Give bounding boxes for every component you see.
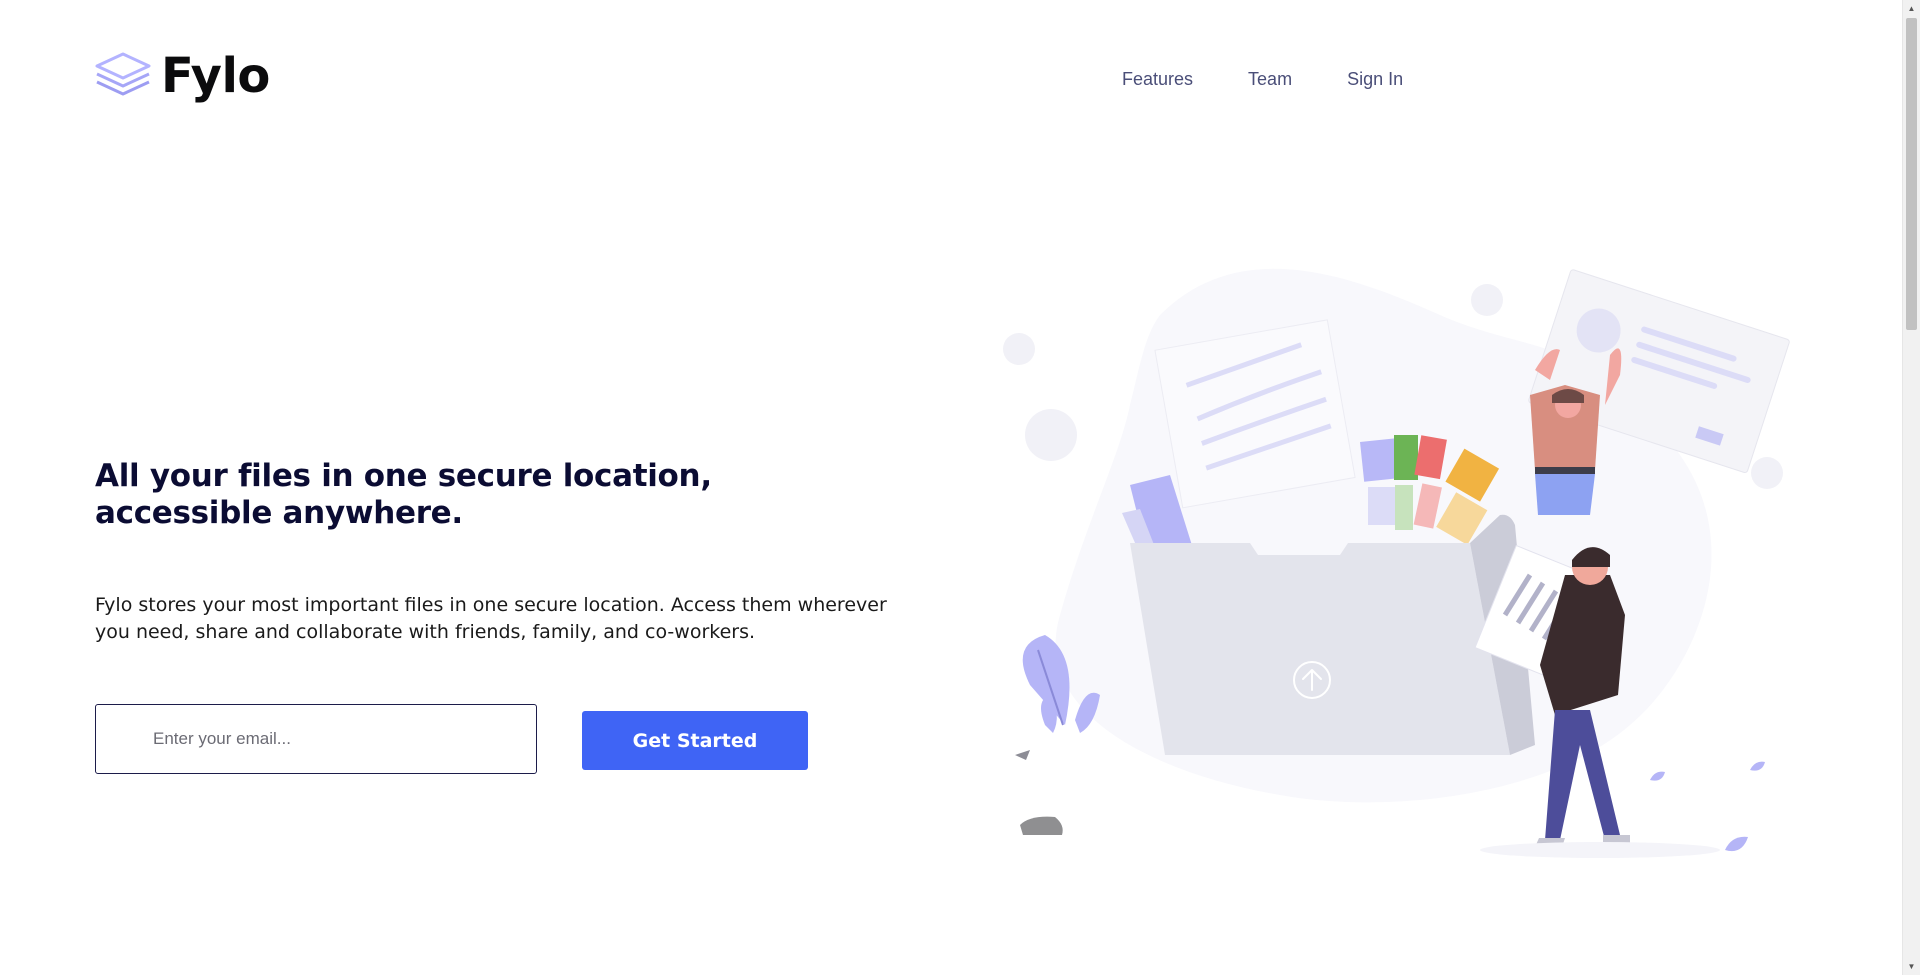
decor-circle [1003,333,1035,365]
vertical-scrollbar[interactable]: ▲ ▼ [1902,0,1920,975]
hero-illustration [1003,268,1790,858]
nav-link-features[interactable]: Features [1122,69,1193,90]
scroll-thumb[interactable] [1906,18,1917,330]
decor-circle [1471,284,1503,316]
leaf-icon [1650,771,1665,781]
landing-page: Fylo Features Team Sign In All your file… [0,0,1920,975]
nav-link-sign-in[interactable]: Sign In [1347,69,1403,90]
brand-logo[interactable]: Fylo [95,52,270,100]
main-nav: Features Team Sign In [1122,69,1403,90]
rock [1020,816,1063,835]
get-started-button[interactable]: Get Started [582,711,808,770]
stacked-layers-icon [95,52,151,96]
hero-headline: All your files in one secure location, a… [95,458,712,531]
leaf-icon [1725,836,1748,852]
scroll-up-icon[interactable]: ▲ [1903,0,1920,17]
paper-sheet [1154,319,1356,509]
decor-circle [1751,457,1783,489]
leaf-icon [1750,761,1765,771]
nav-link-team[interactable]: Team [1248,69,1292,90]
hero-description: Fylo stores your most important files in… [95,594,887,643]
decor-circle [1025,409,1077,461]
email-input[interactable] [95,704,537,774]
scroll-down-icon[interactable]: ▼ [1903,958,1920,975]
brand-name: Fylo [161,48,270,104]
ground-shadow [1480,842,1720,858]
